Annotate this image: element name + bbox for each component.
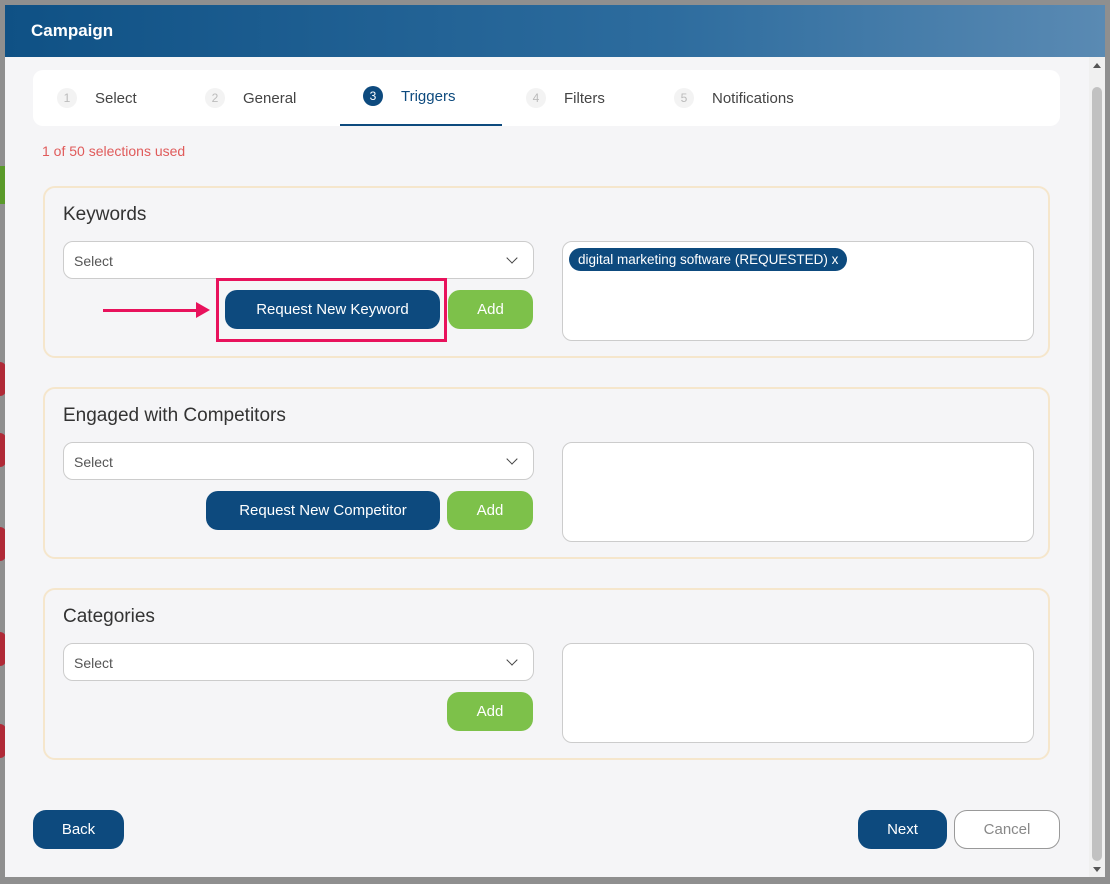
select-placeholder: Select — [74, 655, 113, 671]
select-placeholder: Select — [74, 253, 113, 269]
campaign-modal: Campaign 1 Select 2 General 3 Triggers 4… — [5, 5, 1105, 877]
step-number: 2 — [205, 88, 225, 108]
step-number: 4 — [526, 88, 546, 108]
add-keyword-button[interactable]: Add — [448, 290, 533, 329]
tab-general[interactable]: 2 General — [205, 70, 296, 126]
competitors-selection-box — [562, 442, 1034, 542]
scrollbar-thumb[interactable] — [1092, 87, 1102, 861]
active-tab-underline — [340, 124, 502, 126]
section-title: Engaged with Competitors — [63, 405, 286, 426]
modal-header: Campaign — [5, 5, 1105, 57]
back-button[interactable]: Back — [33, 810, 124, 849]
annotation-highlight-box — [216, 278, 447, 342]
selection-usage-text: 1 of 50 selections used — [42, 143, 186, 159]
modal-title: Campaign — [31, 21, 114, 40]
scroll-up-icon[interactable] — [1093, 63, 1101, 68]
tab-label: General — [243, 89, 297, 107]
keywords-select[interactable]: Select — [63, 241, 534, 279]
keywords-selection-box: digital marketing software (REQUESTED) x — [562, 241, 1034, 341]
competitors-section: Engaged with Competitors Select Request … — [43, 387, 1050, 559]
scroll-down-icon[interactable] — [1093, 867, 1101, 872]
chevron-down-icon — [506, 654, 518, 666]
categories-section: Categories Select Add — [43, 588, 1050, 760]
tab-filters[interactable]: 4 Filters — [526, 70, 605, 126]
arrow-head-icon — [196, 302, 210, 318]
step-tabs: 1 Select 2 General 3 Triggers 4 Filters … — [33, 70, 1060, 126]
chevron-down-icon — [506, 453, 518, 465]
cancel-button[interactable]: Cancel — [954, 810, 1060, 849]
next-button[interactable]: Next — [858, 810, 947, 849]
step-number: 3 — [363, 86, 383, 106]
tab-label: Select — [95, 89, 137, 107]
section-title: Keywords — [63, 204, 147, 225]
add-competitor-button[interactable]: Add — [447, 491, 533, 530]
section-title: Categories — [63, 606, 155, 627]
tab-label: Notifications — [712, 89, 794, 107]
categories-select[interactable]: Select — [63, 643, 534, 681]
tab-notifications[interactable]: 5 Notifications — [674, 70, 794, 126]
tab-label: Filters — [564, 89, 605, 107]
tab-label: Triggers — [401, 87, 456, 105]
step-number: 5 — [674, 88, 694, 108]
add-category-button[interactable]: Add — [447, 692, 533, 731]
chevron-down-icon — [506, 252, 518, 264]
step-number: 1 — [57, 88, 77, 108]
competitors-select[interactable]: Select — [63, 442, 534, 480]
keywords-section: Keywords Select Request New Keyword Add … — [43, 186, 1050, 358]
request-new-competitor-button[interactable]: Request New Competitor — [206, 491, 440, 530]
selected-keyword-chip[interactable]: digital marketing software (REQUESTED) x — [569, 248, 848, 271]
tab-select[interactable]: 1 Select — [57, 70, 137, 126]
tab-triggers[interactable]: 3 Triggers — [363, 68, 455, 124]
select-placeholder: Select — [74, 454, 113, 470]
arrow-right-icon — [103, 309, 201, 312]
categories-selection-box — [562, 643, 1034, 743]
